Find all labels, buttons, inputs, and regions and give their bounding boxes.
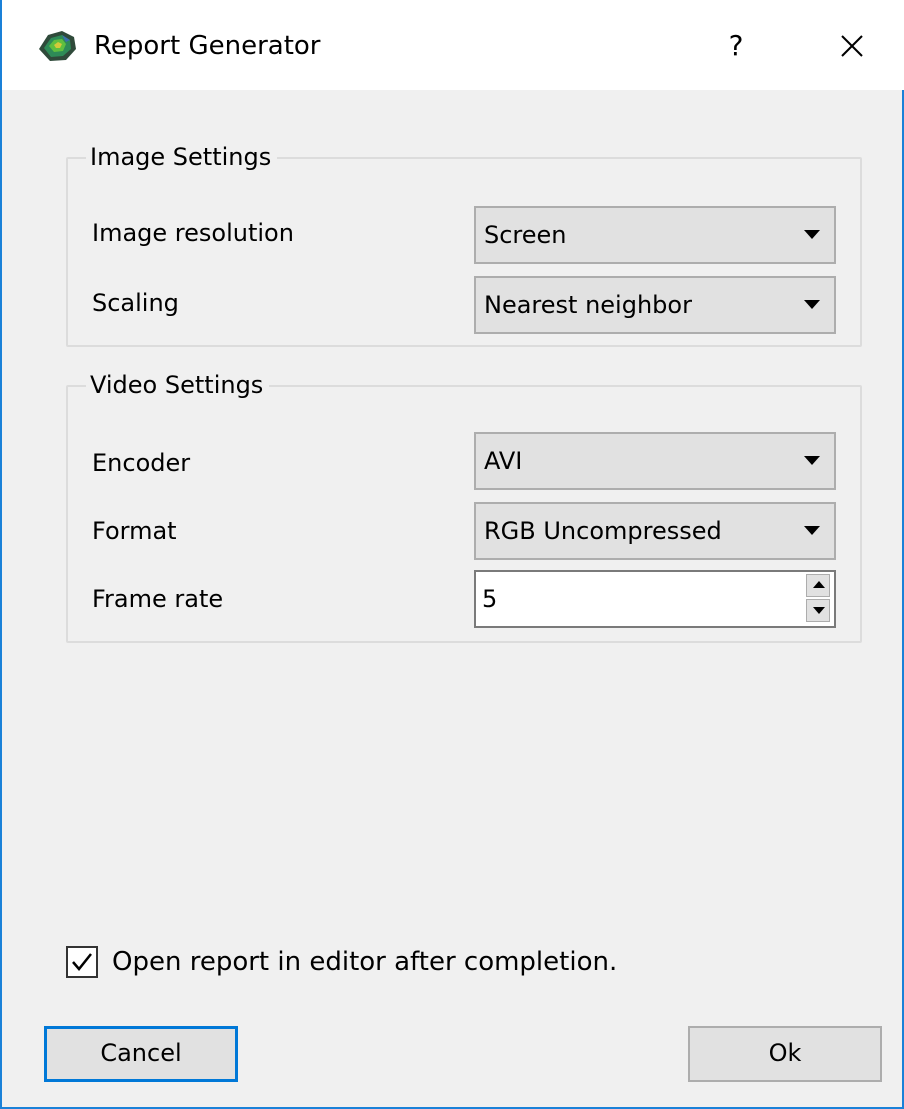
app-logo-icon (36, 29, 78, 63)
frame-rate-spinbox[interactable]: 5 (474, 570, 836, 628)
encoder-dropdown[interactable]: AVI (474, 432, 836, 490)
scaling-value: Nearest neighbor (484, 291, 692, 319)
scaling-dropdown[interactable]: Nearest neighbor (474, 276, 836, 334)
image-resolution-dropdown[interactable]: Screen (474, 206, 836, 264)
video-settings-legend: Video Settings (86, 367, 270, 403)
open-in-editor-label: Open report in editor after completion. (112, 947, 618, 977)
format-label: Format (92, 517, 177, 545)
encoder-value: AVI (484, 447, 523, 475)
arrow-up-icon (813, 581, 825, 588)
report-generator-dialog: Report Generator ? Image Settings Image … (0, 0, 904, 1109)
format-value: RGB Uncompressed (484, 517, 722, 545)
open-in-editor-checkbox[interactable] (66, 946, 98, 978)
encoder-label: Encoder (92, 449, 191, 477)
frame-rate-value: 5 (482, 585, 498, 613)
scaling-label: Scaling (92, 289, 179, 317)
image-settings-group: Image Settings Image resolution Screen S… (66, 139, 862, 347)
format-dropdown[interactable]: RGB Uncompressed (474, 502, 836, 560)
cancel-button[interactable]: Cancel (44, 1026, 238, 1082)
image-resolution-value: Screen (484, 221, 567, 249)
window-title: Report Generator (94, 31, 321, 61)
arrow-down-icon (813, 607, 825, 614)
image-settings-legend: Image Settings (86, 139, 278, 175)
dropdown-arrow-icon (804, 230, 820, 239)
video-settings-group: Video Settings Encoder AVI Format RGB Un… (66, 367, 862, 643)
title-bar: Report Generator ? (2, 0, 904, 90)
spin-buttons (806, 574, 832, 624)
dropdown-arrow-icon (804, 456, 820, 465)
image-resolution-label: Image resolution (92, 219, 294, 247)
spin-down-button[interactable] (806, 599, 830, 622)
help-button[interactable]: ? (714, 22, 758, 70)
spin-up-button[interactable] (806, 574, 830, 597)
dropdown-arrow-icon (804, 300, 820, 309)
frame-rate-label: Frame rate (92, 585, 224, 613)
close-button[interactable] (828, 22, 876, 70)
checkmark-icon (72, 953, 92, 971)
ok-button[interactable]: Ok (688, 1026, 882, 1082)
dropdown-arrow-icon (804, 526, 820, 535)
close-icon (828, 35, 876, 74)
